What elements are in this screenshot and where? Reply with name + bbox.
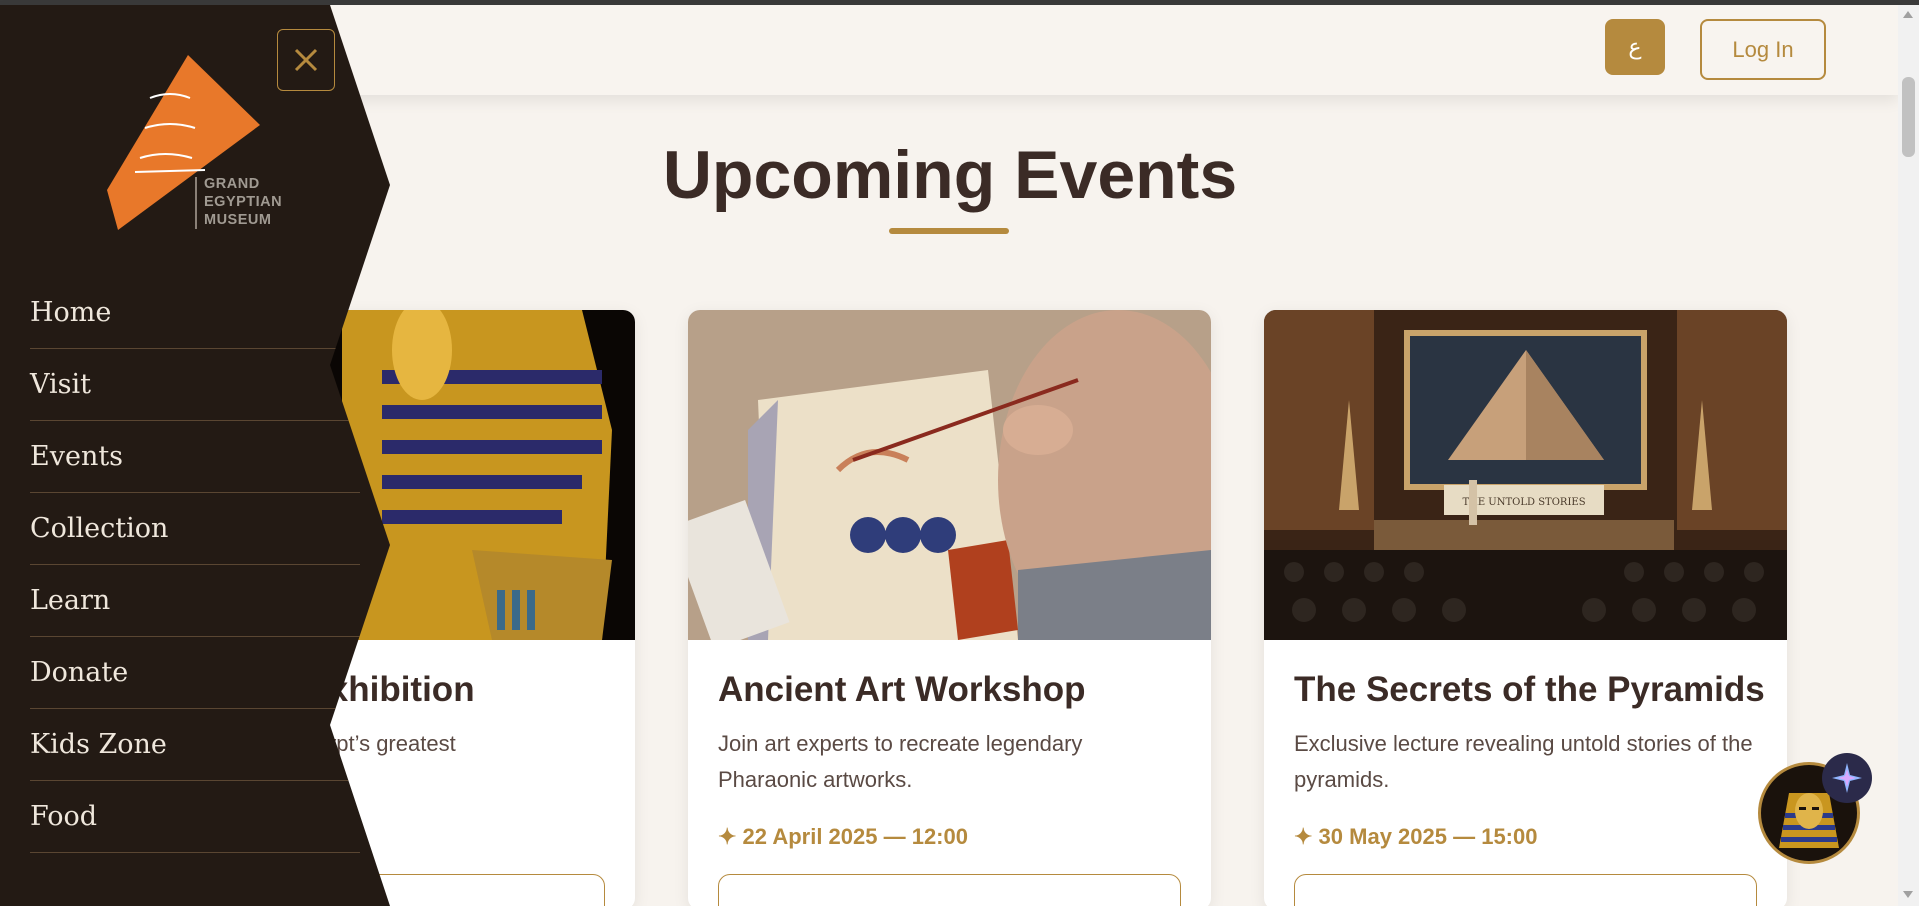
scroll-down-arrow-icon[interactable]: [1903, 891, 1913, 898]
event-image-pyramids-lecture: THE UNTOLD STORIES: [1264, 310, 1787, 640]
nav-list: Home Visit Events Collection Learn Donat…: [30, 277, 360, 853]
nav-item-events[interactable]: Events: [30, 421, 360, 493]
nav-item-visit[interactable]: Visit: [30, 349, 360, 421]
ai-sparkle-badge[interactable]: [1822, 753, 1872, 803]
sparkle-icon: [1832, 763, 1862, 793]
event-details-button[interactable]: [718, 874, 1181, 906]
nav-item-donate[interactable]: Donate: [30, 637, 360, 709]
nav-item-home[interactable]: Home: [30, 277, 360, 349]
museum-logo-text: GRAND EGYPTIAN MUSEUM: [204, 176, 283, 228]
logo-divider: [195, 177, 197, 229]
title-underline: [889, 228, 1009, 234]
scroll-up-arrow-icon[interactable]: [1903, 11, 1913, 18]
event-card-art-workshop[interactable]: Ancient Art Workshop Join art experts to…: [688, 310, 1211, 906]
event-date: ✦ 22 April 2025 — 12:00: [718, 824, 968, 849]
event-image-art-workshop: [688, 310, 1211, 640]
language-toggle-button[interactable]: ع: [1605, 19, 1665, 75]
nav-item-kids-zone[interactable]: Kids Zone: [30, 709, 360, 781]
event-description: Exclusive lecture revealing untold stori…: [1294, 731, 1753, 792]
event-date: ✦ 30 May 2025 — 15:00: [1294, 824, 1538, 849]
close-icon: [294, 48, 318, 72]
section-title: Upcoming Events: [662, 137, 1238, 213]
scrollbar-thumb[interactable]: [1902, 77, 1915, 157]
pyramid-image-caption: THE UNTOLD STORIES: [1462, 497, 1585, 508]
event-card-pyramids[interactable]: THE UNTOLD STORIES The Secrets of the Py…: [1264, 310, 1787, 906]
nav-item-collection[interactable]: Collection: [30, 493, 360, 565]
event-details-button[interactable]: [1294, 874, 1757, 906]
page-scrollbar[interactable]: [1898, 5, 1919, 906]
sidebar-menu: GRAND EGYPTIAN MUSEUM Home Visit Events …: [0, 5, 390, 906]
nav-item-food[interactable]: Food: [30, 781, 360, 853]
event-title: Ancient Art Workshop: [718, 670, 1086, 709]
event-title: The Secrets of the Pyramids: [1294, 670, 1765, 709]
nav-item-learn[interactable]: Learn: [30, 565, 360, 637]
event-description: Join art experts to recreate legendary P…: [718, 731, 1083, 792]
login-button[interactable]: Log In: [1700, 19, 1826, 80]
